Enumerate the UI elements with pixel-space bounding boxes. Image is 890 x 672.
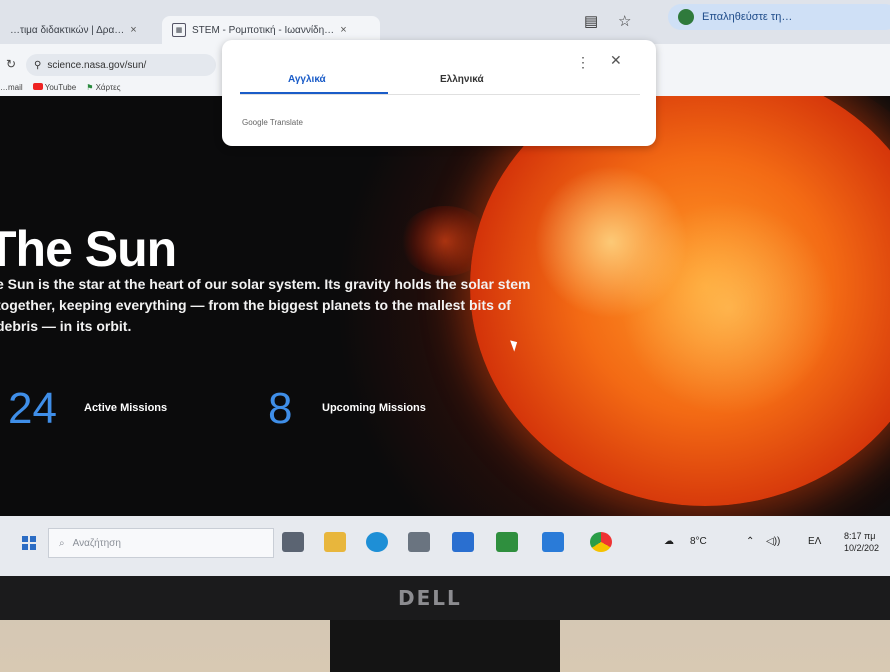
site-info-icon[interactable]: ⚲ (34, 60, 41, 71)
task-view-icon[interactable] (282, 532, 304, 552)
translate-tab-target[interactable]: Ελληνικά (440, 74, 484, 85)
close-icon[interactable]: × (340, 24, 346, 36)
clock-time: 8:17 πμ (844, 531, 876, 541)
language-indicator[interactable]: ΕΛ (808, 536, 821, 547)
browser-tabstrip: …τιμα διδακτικών | Δρα… × ▦ STEM - Ρομπο… (0, 0, 890, 44)
bookmark-label: YouTube (44, 82, 77, 92)
extension-icon (678, 9, 694, 25)
bookmark-label: Χάρτες (95, 82, 121, 92)
taskbar-search[interactable]: ⌕ Αναζήτηση (48, 528, 274, 558)
star-icon[interactable]: ☆ (618, 12, 631, 30)
stat-active-label[interactable]: Active Missions (84, 402, 167, 414)
bookmark-maps[interactable]: ⚑ Χάρτες (86, 83, 120, 92)
selected-tab-indicator (240, 92, 388, 94)
translate-tab-source[interactable]: Αγγλικά (288, 74, 326, 85)
page-description: e Sun is the star at the heart of our so… (0, 276, 531, 334)
extension-pill[interactable]: Επαληθεύστε τη… (668, 4, 890, 30)
close-icon[interactable]: ✕ (610, 52, 622, 69)
file-explorer-icon[interactable] (324, 532, 346, 552)
url-text: science.nasa.gov/sun/ (47, 59, 147, 71)
app-icon[interactable] (408, 532, 430, 552)
bookmarks-bar: …mail YouTube ⚑ Χάρτες (0, 80, 121, 94)
search-placeholder: Αναζήτηση (72, 537, 121, 549)
monitor-stand (330, 620, 560, 672)
nasa-sun-page: The Sun e Sun is the star at the heart o… (0, 96, 890, 516)
tab-training[interactable]: …τιμα διδακτικών | Δρα… × (0, 16, 160, 44)
chevron-up-icon[interactable]: ⌃ (746, 536, 754, 547)
page-title: The Sun (0, 221, 177, 277)
clock-date: 10/2/202 (844, 543, 880, 553)
bookmark-youtube[interactable]: YouTube (32, 82, 77, 92)
extension-label: Επαληθεύστε τη… (702, 11, 793, 23)
chrome-icon[interactable] (590, 532, 612, 552)
mail-icon[interactable] (452, 532, 474, 552)
edge-icon[interactable] (366, 532, 388, 552)
stat-upcoming-label[interactable]: Upcoming Missions (322, 402, 426, 414)
reload-icon[interactable]: ↻ (6, 57, 16, 71)
weather-icon[interactable]: ☁ (664, 536, 674, 547)
page-icon: ▦ (172, 23, 186, 37)
spreadsheet-icon[interactable] (496, 532, 518, 552)
taskbar-clock[interactable]: 8:17 πμ 10/2/202 (844, 530, 879, 554)
volume-icon[interactable]: ◁)) (766, 536, 780, 547)
store-icon[interactable] (542, 532, 564, 552)
search-icon: ⌕ (59, 537, 65, 549)
bookmark-gmail[interactable]: …mail (0, 83, 23, 92)
windows-start-icon[interactable] (22, 536, 36, 550)
stat-upcoming-number: 8 (268, 384, 293, 433)
translate-icon[interactable]: ▤ (584, 12, 598, 30)
address-bar[interactable]: ⚲ science.nasa.gov/sun/ (26, 54, 216, 76)
weather-temp[interactable]: 8°C (690, 536, 707, 547)
tab-label: STEM - Ρομποτική - Ιωαννίδη… (192, 24, 335, 36)
monitor-screen: …τιμα διδακτικών | Δρα… × ▦ STEM - Ρομπο… (0, 0, 890, 590)
more-options-icon[interactable]: ⋮ (576, 54, 590, 71)
divider (240, 94, 640, 95)
stat-active-number: 24 (8, 384, 57, 433)
youtube-icon (32, 82, 43, 90)
close-icon[interactable]: × (130, 24, 136, 36)
maps-pin-icon: ⚑ (86, 82, 94, 92)
tab-label: …τιμα διδακτικών | Δρα… (10, 24, 125, 36)
translate-footer: Google Translate (242, 118, 303, 127)
google-translate-popup: ⋮ ✕ Αγγλικά Ελληνικά Google Translate (222, 40, 656, 146)
monitor-brand-logo: DELL (398, 586, 462, 610)
